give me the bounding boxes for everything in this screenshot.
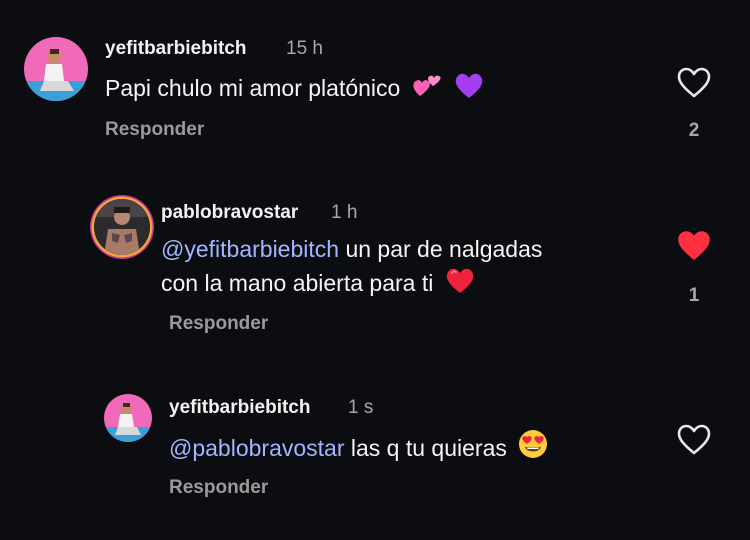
- reply-button[interactable]: Responder: [169, 477, 268, 499]
- reply-button[interactable]: Responder: [169, 313, 268, 335]
- heart-eyes-emoji: [517, 428, 549, 468]
- two-hearts-emoji: [411, 72, 443, 108]
- like-button[interactable]: [676, 229, 712, 263]
- like-count: 2: [688, 120, 700, 141]
- comment-1: yefitbarbiebitch 15 h Papi chulo mi amor…: [0, 0, 750, 160]
- heart-outline-icon: [677, 67, 711, 98]
- comment-text: @yefitbarbiebitch un par de nalgadas: [161, 234, 542, 265]
- comment-text-line2: con la mano abierta para ti: [161, 265, 476, 303]
- avatar[interactable]: [94, 199, 150, 255]
- comment-3: yefitbarbiebitch 1 s @pablobravostar las…: [0, 350, 750, 540]
- like-button[interactable]: [676, 423, 712, 457]
- comment-username[interactable]: yefitbarbiebitch: [169, 397, 310, 419]
- comment-timestamp: 15 h: [286, 38, 323, 59]
- avatar[interactable]: [104, 394, 152, 442]
- comment-body-line1: un par de nalgadas: [339, 236, 543, 262]
- comment-username[interactable]: yefitbarbiebitch: [105, 38, 246, 60]
- comment-timestamp: 1 s: [348, 397, 374, 418]
- comments-thread: yefitbarbiebitch 15 h Papi chulo mi amor…: [0, 0, 750, 540]
- comment-username[interactable]: pablobravostar: [161, 202, 298, 224]
- mention-link[interactable]: @pablobravostar: [169, 435, 345, 461]
- heart-outline-icon: [677, 424, 711, 455]
- purple-heart-emoji: [453, 70, 485, 108]
- comment-timestamp: 1 h: [331, 202, 358, 223]
- heart-filled-icon: [678, 231, 710, 260]
- like-button[interactable]: [676, 66, 712, 100]
- comment-body-line2: con la mano abierta para ti: [161, 270, 434, 296]
- comment-text: Papi chulo mi amor platónico: [105, 70, 485, 108]
- comment-body: Papi chulo mi amor platónico: [105, 75, 401, 101]
- comment-text: @pablobravostar las q tu quieras: [169, 428, 549, 468]
- like-count: 1: [688, 285, 700, 306]
- mention-link[interactable]: @yefitbarbiebitch: [161, 236, 339, 262]
- reply-button[interactable]: Responder: [105, 119, 204, 141]
- avatar[interactable]: [24, 37, 88, 101]
- comment-body: las q tu quieras: [344, 435, 507, 461]
- red-heart-emoji: [444, 265, 476, 303]
- comment-2: pablobravostar 1 h @yefitbarbiebitch un …: [0, 160, 750, 350]
